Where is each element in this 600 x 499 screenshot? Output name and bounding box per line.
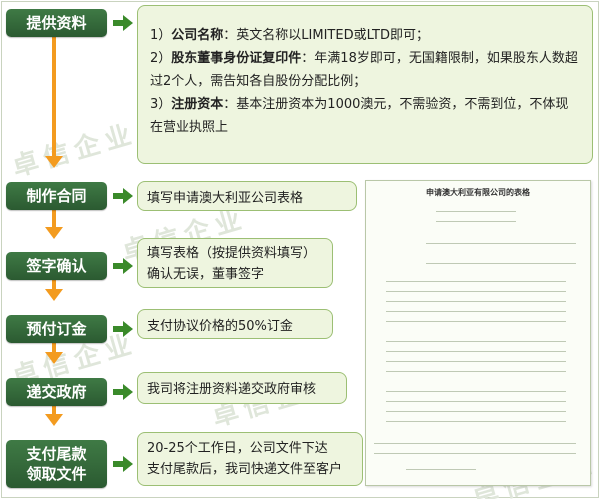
detail-text: 我司将注册资料递交政府审核 — [147, 382, 317, 397]
step-label: 递交政府 — [26, 383, 87, 401]
required-materials-box: 1）公司名称：英文名称以LIMITED或LTD即可； 2）股东董事身份证复印件：… — [137, 5, 593, 164]
form-field-line — [426, 243, 576, 244]
detail-box-deposit: 支付协议价格的50%订金 — [137, 309, 333, 339]
step-label-line1: 支付尾款 — [26, 445, 87, 463]
flow-connector-line — [52, 343, 56, 353]
step-label: 提供资料 — [26, 14, 87, 32]
step-make-contract: 制作合同 — [6, 182, 107, 210]
form-field-line — [386, 421, 566, 422]
form-field-line — [426, 263, 576, 264]
form-field-line — [374, 443, 576, 444]
info-item-company-name: 1）公司名称：英文名称以LIMITED或LTD即可； — [150, 24, 580, 47]
right-arrow-icon — [113, 15, 133, 31]
form-field-line — [386, 311, 566, 312]
down-arrow-icon — [45, 289, 63, 301]
info-item-text: ：英文名称以LIMITED或LTD即可； — [223, 28, 429, 43]
detail-text: 支付协议价格的50%订金 — [147, 319, 293, 334]
flow-connector-line — [52, 210, 56, 228]
down-arrow-icon — [45, 414, 63, 426]
form-field-line — [386, 321, 566, 322]
detail-box-final: 20-25个工作日，公司文件下达 支付尾款后，我司快递文件至客户 — [137, 432, 363, 486]
form-field-line — [386, 341, 566, 342]
form-field-line — [386, 281, 566, 282]
down-arrow-icon — [45, 352, 63, 364]
step-label: 预付订金 — [26, 320, 87, 338]
detail-box-sign: 填写表格（按提供资料填写） 确认无误，董事签字 — [137, 238, 333, 288]
detail-text: 20-25个工作日，公司文件下达 — [147, 441, 328, 456]
right-arrow-icon — [113, 188, 133, 204]
info-item-registered-capital: 3）注册资本：基本注册资本为1000澳元，不需验资，不需到位，不体现在营业执照上 — [150, 93, 580, 139]
right-arrow-icon — [113, 258, 133, 274]
down-arrow-icon — [45, 227, 63, 239]
step-deposit: 预付订金 — [6, 315, 107, 343]
info-item-title: 公司名称 — [171, 28, 224, 43]
down-arrow-icon — [45, 156, 63, 168]
form-field-line — [406, 469, 476, 470]
detail-text: 确认无误，董事签字 — [147, 267, 265, 282]
form-field-line — [386, 301, 566, 302]
info-item-title: 注册资本 — [171, 97, 224, 112]
step-sign-confirm: 签字确认 — [6, 252, 107, 280]
step-submit-government: 递交政府 — [6, 378, 107, 406]
step-label-line2: 领取文件 — [26, 465, 87, 483]
flow-connector-line — [52, 280, 56, 290]
form-field-line — [386, 371, 566, 372]
info-item-number: 3） — [150, 97, 172, 112]
form-field-line — [436, 211, 516, 212]
right-arrow-icon — [113, 321, 133, 337]
info-item-id-copies: 2）股东董事身份证复印件：年满18岁即可，无国籍限制，如果股东人数超过2个人，需… — [150, 47, 580, 93]
form-field-line — [386, 401, 566, 402]
info-item-title: 股东董事身份证复印件 — [171, 51, 302, 66]
step-provide-materials: 提供资料 — [6, 9, 107, 37]
step-final-payment: 支付尾款 领取文件 — [6, 440, 107, 488]
detail-text: 填写表格（按提供资料填写） — [147, 246, 317, 261]
flow-connector-line — [52, 406, 56, 415]
form-field-line — [386, 291, 566, 292]
step-label: 制作合同 — [26, 187, 87, 205]
detail-box-government: 我司将注册资料递交政府审核 — [137, 372, 347, 404]
detail-box-contract: 填写申请澳大利亚公司表格 — [137, 181, 357, 211]
step-label: 签字确认 — [26, 257, 87, 275]
form-field-line — [386, 411, 566, 412]
form-field-line — [386, 361, 566, 362]
detail-text: 支付尾款后，我司快递文件至客户 — [147, 462, 343, 477]
form-field-line — [374, 453, 576, 454]
info-item-number: 1） — [150, 28, 172, 43]
right-arrow-icon — [113, 384, 133, 400]
form-field-line — [386, 391, 566, 392]
info-item-number: 2） — [150, 51, 172, 66]
flow-connector-line — [52, 36, 56, 156]
application-form-image: 申请澳大利亚有限公司的表格 — [365, 180, 591, 486]
form-field-line — [436, 221, 516, 222]
form-field-line — [386, 351, 566, 352]
detail-text: 填写申请澳大利亚公司表格 — [147, 191, 304, 206]
form-title: 申请澳大利亚有限公司的表格 — [426, 188, 530, 197]
right-arrow-icon — [113, 456, 133, 472]
